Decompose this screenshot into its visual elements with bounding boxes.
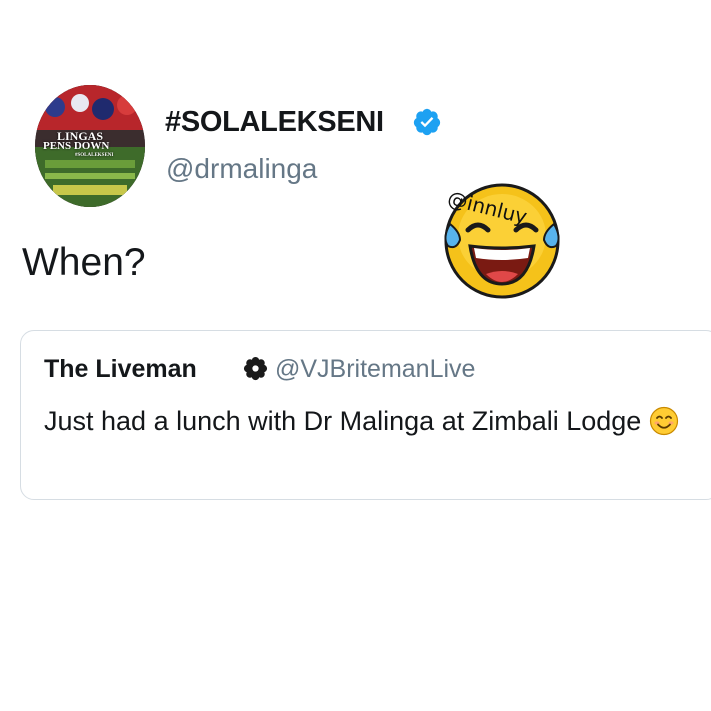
quoted-tweet-text: Just had a lunch with Dr Malinga at Zimb… — [44, 406, 642, 436]
quoted-tweet-card[interactable]: The Liveman @VJBritemanLive Just had a l… — [20, 330, 711, 500]
flower-badge-icon — [243, 356, 268, 381]
verified-badge-icon — [413, 108, 441, 136]
avatar-subtitle-line: PENS DOWN — [43, 140, 110, 152]
avatar-hashtag-line: #SOLALEKSENI — [75, 153, 114, 158]
smiling-face-icon — [650, 406, 679, 436]
quoted-tweet-text-block: Just had a lunch with Dr Malinga at Zimb… — [44, 401, 694, 441]
tweet-text: When? — [22, 241, 146, 284]
author-handle[interactable]: @drmalinga — [166, 153, 317, 185]
quoted-author-name[interactable]: The Liveman — [44, 355, 197, 384]
tweet-screenshot: LINGAS PENS DOWN #SOLALEKSENI #SOLALEKSE… — [0, 0, 711, 711]
avatar[interactable]: LINGAS PENS DOWN #SOLALEKSENI — [35, 85, 145, 207]
quoted-author-handle[interactable]: @VJBritemanLive — [275, 355, 475, 384]
author-display-name[interactable]: #SOLALEKSENI — [165, 106, 384, 139]
